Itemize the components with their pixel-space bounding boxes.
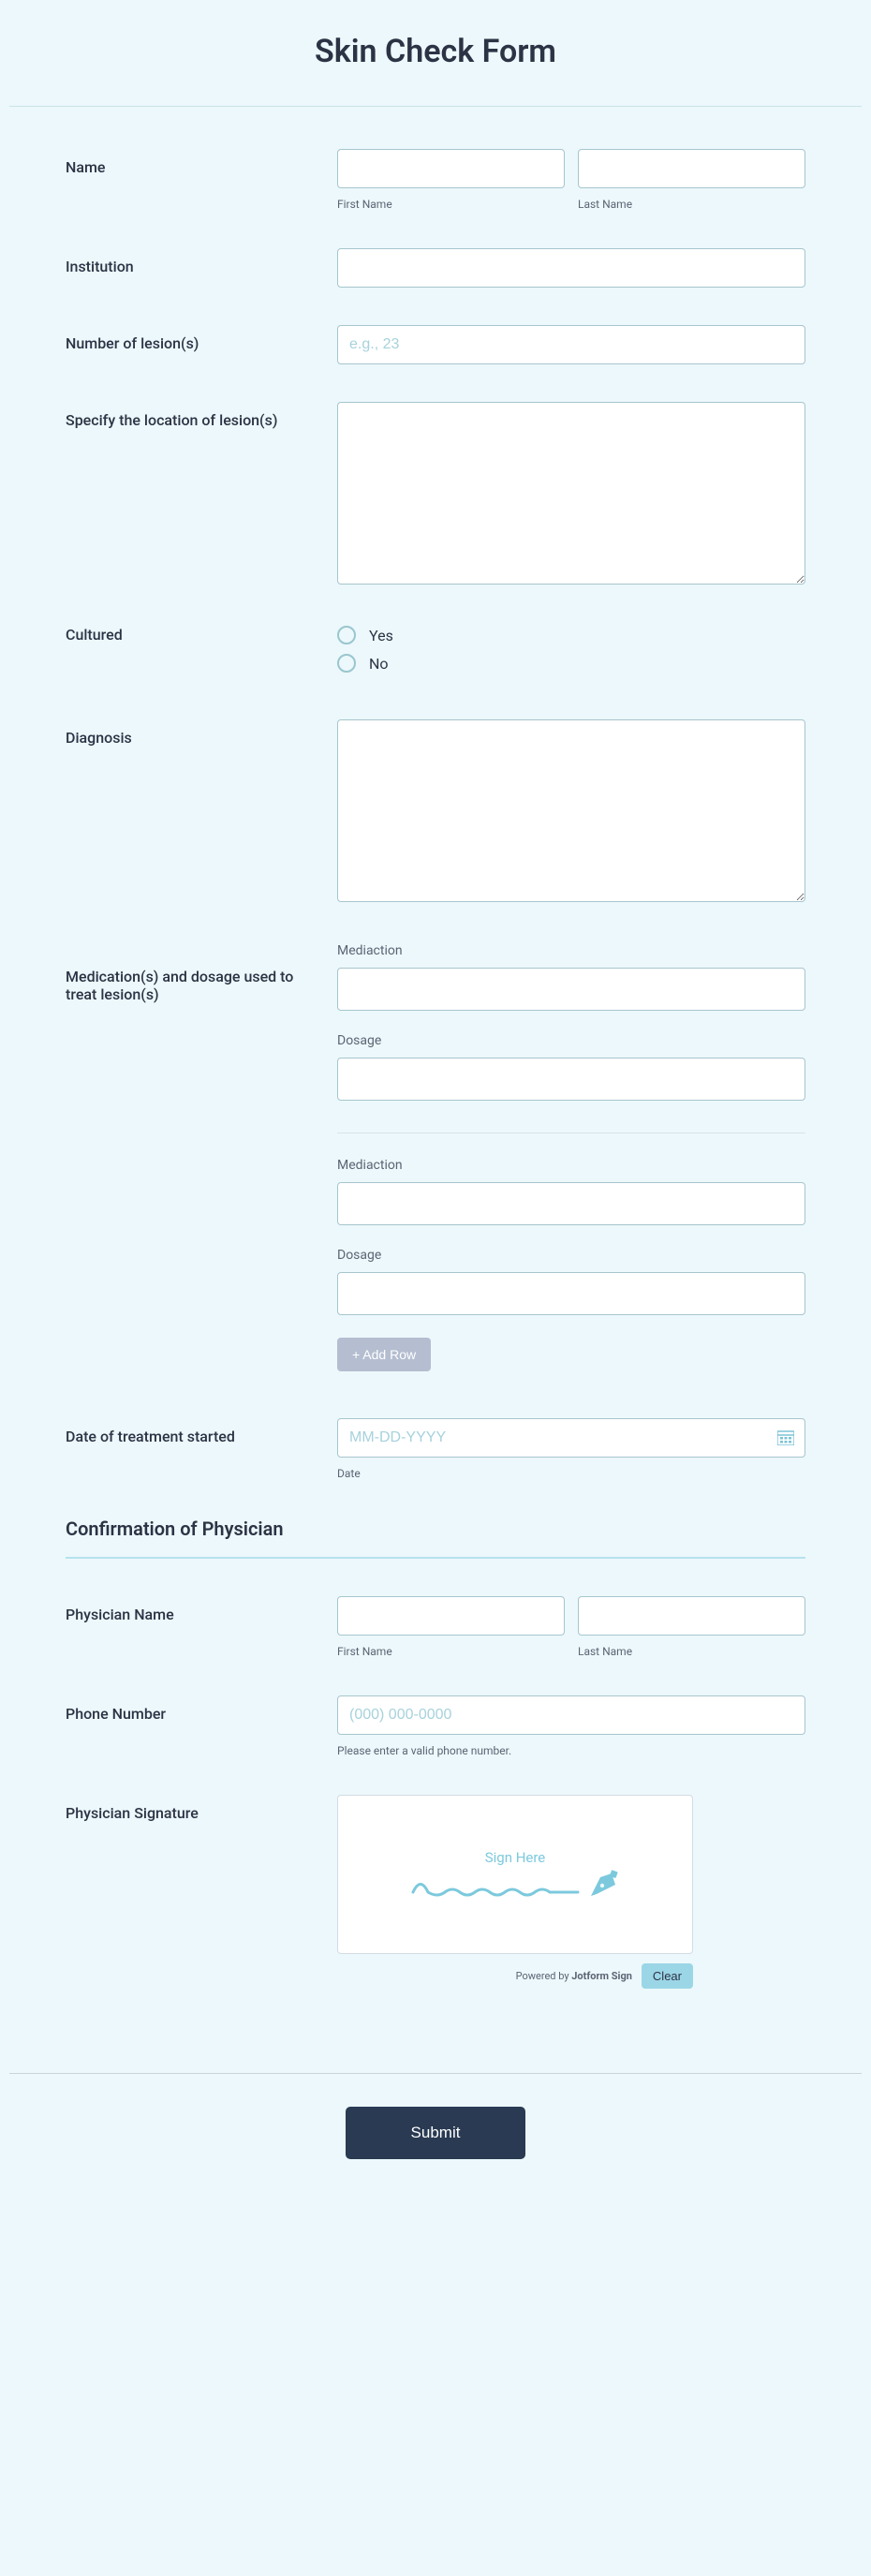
location-lesions-textarea[interactable] (337, 402, 805, 585)
label-location-lesions: Specify the location of lesion(s) (66, 402, 337, 429)
mediaction-input-2[interactable] (337, 1182, 805, 1225)
label-num-lesions: Number of lesion(s) (66, 325, 337, 352)
page-title: Skin Check Form (9, 33, 862, 70)
field-medication: Medication(s) and dosage used to treat l… (66, 943, 805, 1371)
add-row-button[interactable]: + Add Row (337, 1338, 431, 1371)
radio-label-no: No (369, 655, 389, 673)
sublabel-physician-last: Last Name (578, 1645, 805, 1658)
field-phone: Phone Number Please enter a valid phone … (66, 1695, 805, 1757)
phone-help-text: Please enter a valid phone number. (337, 1744, 805, 1757)
label-cultured: Cultured (66, 626, 337, 644)
radio-circle-icon (337, 654, 356, 673)
sign-here-label: Sign Here (485, 1849, 546, 1866)
physician-first-name-input[interactable] (337, 1596, 565, 1636)
field-cultured: Cultured Yes No (66, 626, 805, 682)
label-treatment-date: Date of treatment started (66, 1418, 337, 1445)
field-treatment-date: Date of treatment started Date (66, 1418, 805, 1480)
field-location-lesions: Specify the location of lesion(s) (66, 402, 805, 588)
physician-last-name-input[interactable] (578, 1596, 805, 1636)
sublabel-date: Date (337, 1467, 805, 1480)
first-name-input[interactable] (337, 149, 565, 188)
pen-nib-icon (587, 1868, 619, 1900)
diagnosis-textarea[interactable] (337, 719, 805, 902)
label-institution: Institution (66, 248, 337, 275)
treatment-date-input[interactable] (337, 1418, 805, 1458)
dosage-input-1[interactable] (337, 1058, 805, 1101)
radio-cultured-no[interactable]: No (337, 654, 805, 673)
label-dosage-2: Dosage (337, 1248, 805, 1263)
signature-placeholder: Sign Here (411, 1849, 619, 1900)
field-physician-name: Physician Name First Name Last Name (66, 1596, 805, 1658)
label-mediaction-2: Mediaction (337, 1158, 805, 1173)
label-medication: Medication(s) and dosage used to treat l… (66, 943, 337, 1003)
label-diagnosis: Diagnosis (66, 719, 337, 747)
field-signature: Physician Signature Sign Here (66, 1795, 805, 1989)
field-diagnosis: Diagnosis (66, 719, 805, 906)
radio-label-yes: Yes (369, 627, 393, 644)
label-phone: Phone Number (66, 1695, 337, 1723)
phone-input[interactable] (337, 1695, 805, 1735)
signature-clear-button[interactable]: Clear (642, 1963, 693, 1989)
label-dosage-1: Dosage (337, 1033, 805, 1048)
sublabel-physician-first: First Name (337, 1645, 565, 1658)
mediaction-input-1[interactable] (337, 968, 805, 1011)
signature-squiggle-icon (411, 1872, 580, 1900)
section-confirmation-title: Confirmation of Physician (66, 1517, 805, 1540)
sublabel-last-name: Last Name (578, 198, 805, 211)
section-divider (66, 1557, 805, 1559)
sublabel-first-name: First Name (337, 198, 565, 211)
calendar-icon[interactable] (777, 1430, 794, 1445)
radio-circle-icon (337, 626, 356, 644)
powered-by-text: Powered by Jotform Sign (516, 1970, 632, 1982)
num-lesions-input[interactable] (337, 325, 805, 364)
last-name-input[interactable] (578, 149, 805, 188)
field-name: Name First Name Last Name (66, 149, 805, 211)
label-physician-name: Physician Name (66, 1596, 337, 1623)
field-num-lesions: Number of lesion(s) (66, 325, 805, 364)
label-signature: Physician Signature (66, 1795, 337, 1822)
label-name: Name (66, 149, 337, 176)
submit-button[interactable]: Submit (346, 2107, 526, 2159)
radio-cultured-yes[interactable]: Yes (337, 626, 805, 644)
institution-input[interactable] (337, 248, 805, 288)
label-mediaction-1: Mediaction (337, 943, 805, 958)
section-confirmation: Confirmation of Physician (66, 1517, 805, 1559)
dosage-input-2[interactable] (337, 1272, 805, 1315)
signature-pad[interactable]: Sign Here (337, 1795, 693, 1954)
field-institution: Institution (66, 248, 805, 288)
